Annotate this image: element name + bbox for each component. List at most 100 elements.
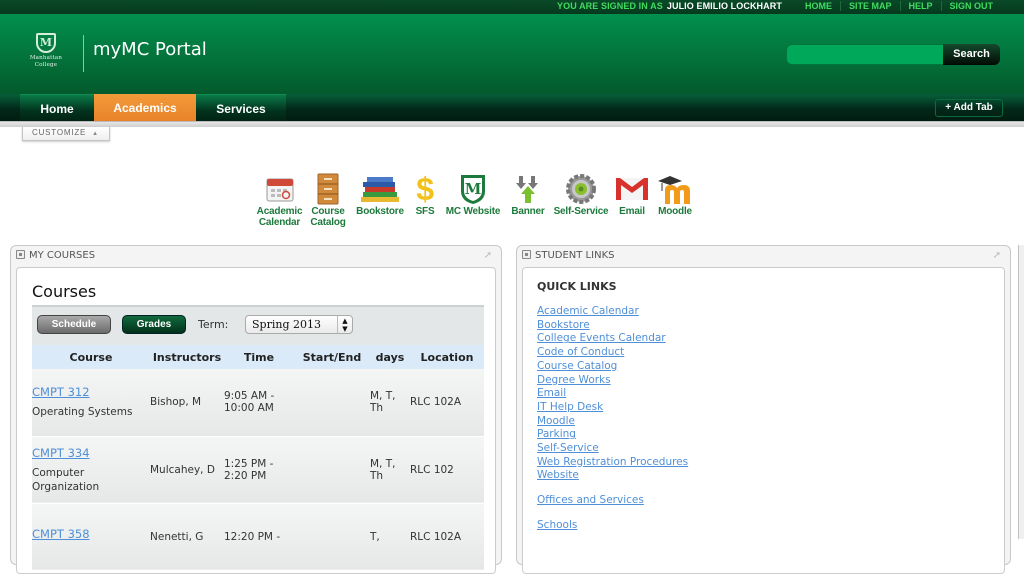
caret-up-icon: ▲ bbox=[92, 131, 99, 137]
quick-link[interactable]: Web Registration Procedures bbox=[537, 456, 688, 470]
quick-icons: Academic Calendar Course Catalog Booksto… bbox=[253, 172, 698, 229]
icon-label: MC Website bbox=[445, 206, 501, 217]
logo-line-2: College bbox=[34, 62, 58, 68]
quick-icon-email[interactable]: Email bbox=[612, 172, 652, 228]
schedule-button[interactable]: Schedule bbox=[37, 315, 111, 334]
days: T, bbox=[370, 503, 410, 571]
quick-link[interactable]: Course Catalog bbox=[537, 360, 688, 374]
schools-section: Schools bbox=[537, 519, 577, 531]
portal-title: myMC Portal bbox=[93, 39, 207, 60]
quick-link[interactable]: College Events Calendar bbox=[537, 332, 688, 346]
grades-button[interactable]: Grades bbox=[122, 315, 186, 334]
help-link[interactable]: HELP bbox=[901, 1, 942, 11]
quick-icon-self-service[interactable]: Self-Service bbox=[550, 172, 612, 228]
quick-link[interactable]: IT Help Desk bbox=[537, 401, 688, 415]
course-name: Computer Organization bbox=[32, 466, 100, 493]
term-value: Spring 2013 bbox=[252, 318, 321, 331]
days: M, T, Th bbox=[370, 369, 410, 437]
quick-icon-banner[interactable]: Banner bbox=[506, 172, 550, 228]
portlet-title: MY COURSES bbox=[16, 250, 95, 261]
time: 9:05 AM - 10:00 AM bbox=[224, 369, 294, 437]
table-row: CMPT 358 Nenetti, G 12:20 PM - T, RLC 10… bbox=[32, 503, 484, 571]
pin-icon[interactable]: ➚ bbox=[484, 250, 492, 261]
quick-link[interactable]: Moodle bbox=[537, 415, 688, 429]
icon-label: Moodle bbox=[658, 206, 692, 217]
days: M, T, Th bbox=[370, 436, 410, 504]
quick-icon-moodle[interactable]: Moodle bbox=[652, 172, 698, 228]
term-select[interactable]: Spring 2013 ▲ ▼ bbox=[245, 315, 353, 334]
portlet-lock-icon[interactable] bbox=[16, 250, 25, 259]
sign-out-link[interactable]: SIGN OUT bbox=[942, 1, 1002, 11]
customize-button[interactable]: CUSTOMIZE ▲ bbox=[22, 127, 110, 141]
logo-text: Manhattan College bbox=[24, 55, 68, 69]
quick-link[interactable]: Website bbox=[537, 469, 688, 483]
icon-label: Bookstore bbox=[356, 206, 404, 217]
pin-icon[interactable]: ➚ bbox=[993, 250, 1001, 261]
quick-link[interactable]: Code of Conduct bbox=[537, 346, 688, 360]
table-row: CMPT 312 Operating Systems Bishop, M 9:05… bbox=[32, 369, 484, 437]
col-start-end: Start/End bbox=[294, 345, 370, 369]
start-end bbox=[294, 503, 370, 571]
user-name: JULIO EMILIO LOCKHART bbox=[666, 1, 782, 11]
schools-link[interactable]: Schools bbox=[537, 519, 577, 531]
icon-label-2: Catalog bbox=[310, 217, 346, 228]
quick-link[interactable]: Email bbox=[537, 387, 688, 401]
location: RLC 102A bbox=[410, 369, 484, 437]
add-tab-button[interactable]: + Add Tab bbox=[935, 99, 1003, 117]
quick-icon-mc-website[interactable]: M MC Website bbox=[440, 172, 506, 228]
my-courses-portlet: MY COURSES ➚ Courses Schedule Grades Ter… bbox=[10, 245, 502, 574]
gmail-icon bbox=[612, 172, 652, 206]
start-end bbox=[294, 369, 370, 437]
quick-link[interactable]: Self-Service bbox=[537, 442, 688, 456]
instructor: Nenetti, G bbox=[150, 503, 224, 571]
signed-in-label: YOU ARE SIGNED IN AS bbox=[557, 1, 663, 11]
courses-toolbar: Schedule Grades Term: Spring 2013 ▲ ▼ bbox=[32, 305, 484, 345]
dollar-icon: $ bbox=[416, 170, 434, 207]
location: RLC 102 bbox=[410, 436, 484, 504]
icon-label: Academic bbox=[256, 206, 303, 217]
portlet-lock-icon[interactable] bbox=[522, 250, 531, 259]
course-name: Operating Systems bbox=[32, 406, 133, 419]
term-label: Term: bbox=[198, 318, 229, 331]
quick-links-heading: QUICK LINKS bbox=[537, 280, 617, 293]
courses-heading: Courses bbox=[32, 282, 97, 301]
time: 12:20 PM - bbox=[224, 503, 294, 571]
tab-home[interactable]: Home bbox=[20, 94, 94, 121]
course-link[interactable]: CMPT 312 bbox=[32, 385, 150, 399]
calendar-icon bbox=[253, 172, 306, 206]
location: RLC 102A bbox=[410, 503, 484, 571]
quick-icon-course-catalog[interactable]: Course Catalog bbox=[306, 172, 350, 228]
course-link[interactable]: CMPT 358 bbox=[32, 527, 150, 541]
col-instructors: Instructors bbox=[150, 345, 224, 369]
header-divider bbox=[83, 35, 84, 72]
col-course: Course bbox=[32, 345, 150, 369]
quick-icon-academic-calendar[interactable]: Academic Calendar bbox=[253, 172, 306, 228]
search-input[interactable] bbox=[786, 44, 944, 65]
utility-bar: YOU ARE SIGNED IN AS JULIO EMILIO LOCKHAR… bbox=[0, 0, 1024, 14]
tab-services[interactable]: Services bbox=[196, 94, 286, 121]
header: M Manhattan College myMC Portal Search bbox=[0, 14, 1024, 94]
quick-link[interactable]: Bookstore bbox=[537, 319, 688, 333]
offices-link[interactable]: Offices and Services bbox=[537, 494, 644, 506]
icon-label: SFS bbox=[415, 206, 435, 217]
books-icon bbox=[350, 172, 410, 206]
start-end bbox=[294, 436, 370, 504]
quick-link[interactable]: Parking bbox=[537, 428, 688, 442]
quick-icon-bookstore[interactable]: Bookstore bbox=[350, 172, 410, 228]
icon-label: Course bbox=[311, 206, 345, 217]
search-button[interactable]: Search bbox=[943, 44, 1000, 65]
scrollbar[interactable] bbox=[1018, 245, 1024, 539]
icon-label-2: Calendar bbox=[258, 217, 301, 228]
quick-link[interactable]: Academic Calendar bbox=[537, 305, 688, 319]
select-arrows-icon: ▲ ▼ bbox=[337, 316, 352, 333]
home-link[interactable]: HOME bbox=[805, 1, 841, 11]
course-link[interactable]: CMPT 334 bbox=[32, 446, 150, 460]
mc-shield-icon: M bbox=[440, 172, 506, 206]
quick-icon-sfs[interactable]: $ SFS bbox=[410, 172, 440, 228]
student-links-portlet: STUDENT LINKS ➚ QUICK LINKS Academic Cal… bbox=[516, 245, 1011, 574]
quick-link[interactable]: Degree Works bbox=[537, 374, 688, 388]
college-logo[interactable]: M Manhattan College bbox=[24, 33, 68, 69]
tab-academics[interactable]: Academics bbox=[94, 94, 196, 121]
table-row: CMPT 334 Computer Organization Mulcahey, … bbox=[32, 436, 484, 504]
site-map-link[interactable]: SITE MAP bbox=[841, 1, 901, 11]
